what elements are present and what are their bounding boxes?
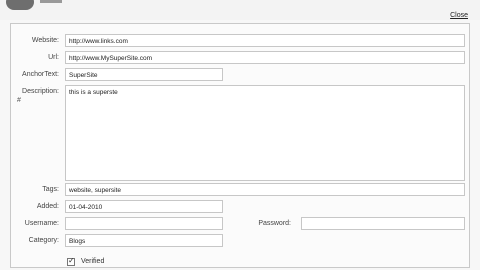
added-label: Added: bbox=[36, 203, 59, 210]
website-field[interactable]: http://www.links.com bbox=[65, 34, 465, 47]
description-marker: # bbox=[17, 97, 21, 104]
anchor-label: AnchorText: bbox=[22, 71, 59, 78]
verified-label: Verified bbox=[81, 258, 105, 265]
category-label: Category: bbox=[28, 237, 59, 244]
tags-label: Tags: bbox=[42, 186, 59, 193]
title-bar: Close bbox=[0, 0, 480, 20]
verified-checkbox[interactable] bbox=[67, 256, 75, 266]
url-label: Url: bbox=[48, 54, 59, 61]
password-field[interactable] bbox=[301, 217, 465, 230]
window: Close Website: http://www.links.com Url:… bbox=[0, 0, 480, 270]
website-label: Website: bbox=[31, 37, 59, 44]
link-details-panel: Website: http://www.links.com Url: http:… bbox=[10, 23, 470, 268]
description-label: Description: bbox=[22, 88, 59, 95]
url-field[interactable]: http://www.MySuperSite.com bbox=[65, 51, 465, 64]
username-field[interactable] bbox=[65, 217, 223, 230]
anchor-text-field[interactable]: SuperSite bbox=[65, 68, 223, 81]
added-field[interactable]: 01-04-2010 bbox=[65, 200, 223, 213]
password-label: Password: bbox=[258, 220, 291, 227]
app-title bbox=[40, 0, 62, 3]
close-link[interactable]: Close bbox=[450, 12, 468, 19]
category-select[interactable]: Blogs bbox=[65, 234, 223, 247]
description-field[interactable]: this is a superste bbox=[65, 85, 465, 181]
app-logo-icon bbox=[6, 0, 34, 10]
tags-field[interactable]: website, supersite bbox=[65, 183, 465, 196]
username-label: Username: bbox=[24, 220, 59, 227]
